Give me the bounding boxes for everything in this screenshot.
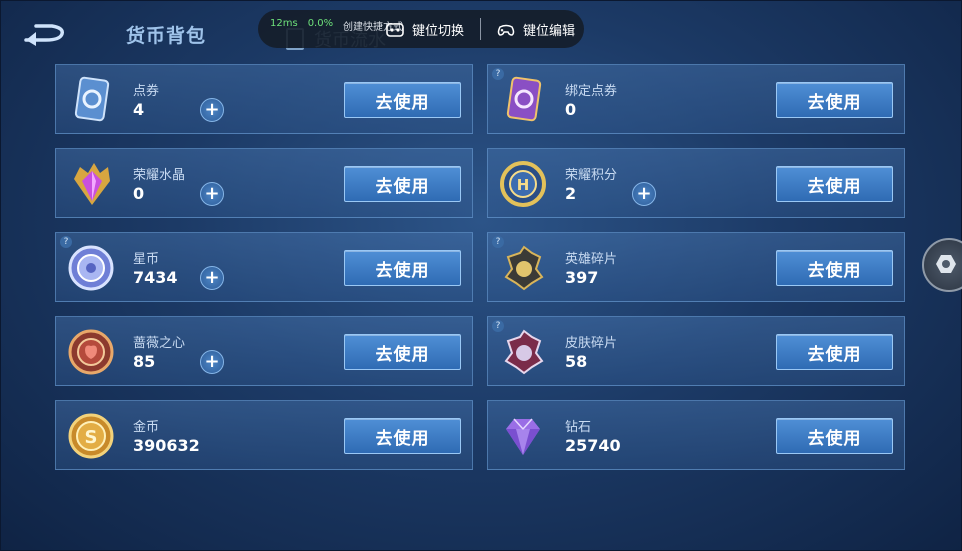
currency-name: 点券	[133, 84, 160, 99]
bound-ticket-icon	[506, 76, 542, 122]
currency-value: 2	[565, 184, 577, 203]
hero-fragment-icon	[504, 245, 544, 291]
use-button[interactable]: 去使用	[344, 250, 461, 286]
currency-value: 4	[133, 100, 145, 119]
use-button[interactable]: 去使用	[344, 334, 461, 370]
latency-text: 12ms	[270, 18, 298, 29]
currency-name: 绑定点券	[565, 84, 618, 99]
currency-card: S 金币 390632 去使用	[55, 400, 473, 470]
currency-value: 390632	[133, 436, 200, 455]
key-edit-button[interactable]: 键位编辑	[497, 20, 575, 39]
toolbar-divider	[480, 18, 481, 40]
use-button[interactable]: 去使用	[776, 418, 893, 454]
add-button[interactable]: +	[200, 350, 224, 374]
rose-heart-icon	[68, 329, 114, 375]
currency-card: 钻石 25740 去使用	[487, 400, 905, 470]
add-button[interactable]: +	[632, 182, 656, 206]
ticket-icon	[74, 76, 110, 122]
use-button[interactable]: 去使用	[776, 82, 893, 118]
currency-name: 荣耀积分	[565, 168, 618, 183]
currency-name: 蔷薇之心	[133, 336, 186, 351]
key-switch-label: 键位切换	[412, 24, 465, 39]
page-title: 货币背包	[126, 25, 207, 47]
star-coin-icon	[68, 245, 114, 291]
currency-name: 皮肤碎片	[565, 336, 618, 351]
add-button[interactable]: +	[200, 98, 224, 122]
key-switch-button[interactable]: 键位切换	[386, 20, 464, 39]
use-button[interactable]: 去使用	[776, 250, 893, 286]
back-arrow-icon[interactable]	[22, 20, 74, 48]
currency-value: 85	[133, 352, 156, 371]
currency-card: ? 英雄碎片 397 去使用	[487, 232, 905, 302]
currency-value: 25740	[565, 436, 621, 455]
currency-card: 蔷薇之心 85 + 去使用	[55, 316, 473, 386]
currency-value: 397	[565, 268, 599, 287]
currency-name: 英雄碎片	[565, 252, 618, 267]
add-button[interactable]: +	[200, 266, 224, 290]
svg-text:S: S	[85, 427, 98, 448]
use-button[interactable]: 去使用	[776, 334, 893, 370]
currency-card: 点券 4 + 去使用	[55, 64, 473, 134]
add-button[interactable]: +	[200, 182, 224, 206]
currency-value: 0	[133, 184, 145, 203]
svg-text:H: H	[517, 176, 530, 194]
currency-name: 金币	[133, 420, 160, 435]
gold-coin-icon: S	[68, 413, 114, 459]
currency-value: 0	[565, 100, 577, 119]
currency-name: 钻石	[565, 420, 592, 435]
diamond-icon	[506, 418, 540, 455]
hexagon-icon	[936, 255, 956, 273]
use-button[interactable]: 去使用	[344, 166, 461, 202]
use-button[interactable]: 去使用	[344, 418, 461, 454]
currency-card: ? 皮肤碎片 58 去使用	[487, 316, 905, 386]
use-button[interactable]: 去使用	[344, 82, 461, 118]
skin-fragment-icon	[504, 329, 544, 375]
currency-name: 荣耀水晶	[133, 168, 186, 183]
key-switch-icon	[386, 22, 404, 37]
currency-card: ? 绑定点券 0 去使用	[487, 64, 905, 134]
crystal-icon	[74, 163, 110, 205]
currency-card: ? 星币 7434 + 去使用	[55, 232, 473, 302]
use-button[interactable]: 去使用	[776, 166, 893, 202]
glory-points-icon: H	[500, 161, 546, 207]
floating-menu-button[interactable]	[922, 238, 962, 292]
perf-stats: 12ms 0.0%	[270, 18, 333, 29]
gamepad-icon	[497, 24, 515, 36]
currency-card: H 荣耀积分 2 + 去使用	[487, 148, 905, 218]
key-edit-label: 键位编辑	[523, 24, 576, 39]
loss-text: 0.0%	[307, 18, 334, 29]
currency-card: 荣耀水晶 0 + 去使用	[55, 148, 473, 218]
currency-value: 7434	[133, 268, 178, 287]
currency-value: 58	[565, 352, 588, 371]
currency-name: 星币	[133, 252, 160, 267]
